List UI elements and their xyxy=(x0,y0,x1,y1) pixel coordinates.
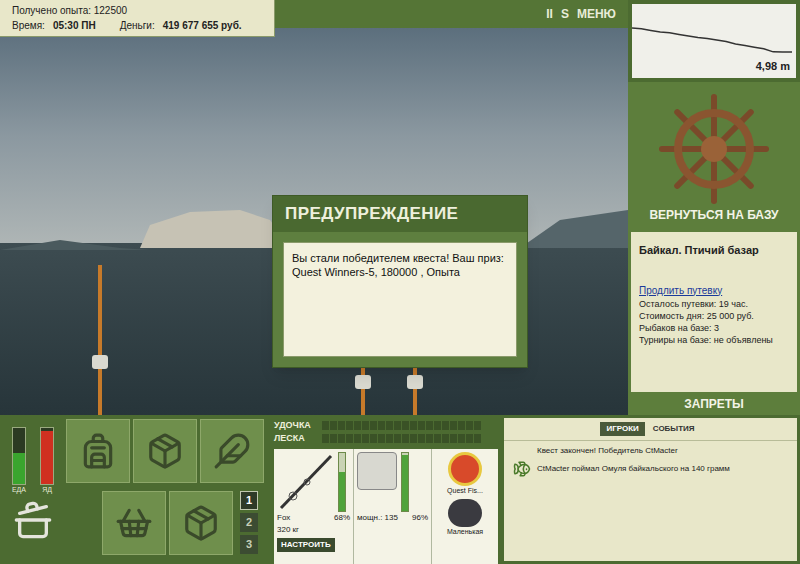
meters: ЕДА ЯД xyxy=(0,415,66,564)
depth-reading: 4,98 m xyxy=(756,58,790,75)
reel-slot[interactable]: мощн.: 135 96% xyxy=(354,449,432,564)
bait-name: Маленькая xyxy=(447,527,483,538)
helm-icon xyxy=(659,94,769,204)
item-icon xyxy=(213,432,251,470)
rod-icon xyxy=(277,452,335,512)
inventory-tile[interactable] xyxy=(169,491,233,555)
chat-tab[interactable]: ИГРОКИ xyxy=(600,422,644,436)
meter-label: ЕДА xyxy=(12,485,26,496)
meter-label: ЯД xyxy=(42,485,52,496)
time-label: Время: xyxy=(12,18,45,33)
lure-name: Quest Fis... xyxy=(447,486,483,497)
top-button[interactable]: II xyxy=(546,5,553,23)
item-icon xyxy=(146,432,184,470)
crab-icon xyxy=(448,499,482,527)
depth-box: 4,98 m xyxy=(632,4,796,78)
item-icon xyxy=(115,504,153,542)
inventory: 1 2 3 xyxy=(66,415,274,564)
gauge: ЛЕСКА xyxy=(274,432,498,445)
base-detail: Рыбаков на базе: 3 xyxy=(639,322,789,334)
rod-weight: 320 кг xyxy=(277,524,350,536)
scene: II S МЕНЮ Получено опыта: 122500Время: 05:30… xyxy=(0,0,628,415)
experience: Получено опыта: 122500 xyxy=(12,3,262,18)
inventory-tile[interactable] xyxy=(102,491,166,555)
base-name: Байкал. Птичий базар xyxy=(639,242,789,259)
dialog-message: Вы стали победителем квеста! Ваш приз: Q… xyxy=(283,242,517,357)
rod-wear-bar xyxy=(338,452,346,512)
slot-button[interactable]: 3 xyxy=(240,535,258,554)
right-panel: 4,98 mВЕРНУТЬСЯ НА БАЗУБайкал. Птичий ба… xyxy=(628,0,800,415)
bans-button[interactable]: ЗАПРЕТЫ xyxy=(628,392,800,415)
base-info: Байкал. Птичий базар Продлить путевкуОста… xyxy=(631,232,797,392)
reel-icon xyxy=(357,452,397,490)
money-label: Деньги: xyxy=(120,18,155,33)
base-detail: Турниры на базе: не объявлены xyxy=(639,334,789,346)
top-button[interactable]: S xyxy=(561,5,569,23)
money: 419 677 655 руб. xyxy=(163,18,242,33)
meter xyxy=(40,427,54,485)
dialog-title: ПРЕДУПРЕЖДЕНИЕ xyxy=(273,196,527,232)
lure-icon xyxy=(448,452,482,486)
fish-icon xyxy=(513,460,531,478)
gauge: УДОЧКА xyxy=(274,419,498,432)
chat-tab[interactable]: СОБЫТИЯ xyxy=(647,422,701,436)
chat-message: CtMacter поймал Омуля байкальского на 14… xyxy=(510,460,791,478)
base-detail: Осталось путевки: 19 час. xyxy=(639,298,789,310)
tackle-panel: УДОЧКАЛЕСКА Fox 68%320 кг НАСТРОИТЬ мощн.: 1… xyxy=(274,415,498,564)
kettle-icon[interactable] xyxy=(13,500,53,540)
extend-link[interactable]: Продлить путевку xyxy=(639,283,789,298)
game-screen: II S МЕНЮ Получено опыта: 122500Время: 05:30… xyxy=(0,0,800,564)
reel-power: мощн.: 135 xyxy=(357,512,398,524)
inventory-tile[interactable] xyxy=(133,419,197,483)
lure-slot[interactable]: Quest Fis... xyxy=(447,452,483,497)
slot-button[interactable]: 2 xyxy=(240,513,258,532)
meter xyxy=(12,427,26,485)
item-icon xyxy=(79,432,117,470)
inventory-tile[interactable] xyxy=(66,419,130,483)
top-button[interactable]: МЕНЮ xyxy=(577,5,616,23)
base-detail: Стоимость дня: 25 000 руб. xyxy=(639,310,789,322)
inventory-tile[interactable] xyxy=(200,419,264,483)
rod-name: Fox xyxy=(277,512,290,524)
time: 05:30 ПН xyxy=(53,18,96,33)
reel-wear-bar xyxy=(401,452,409,512)
bait-slot[interactable]: Маленькая xyxy=(447,499,483,538)
setup-button[interactable]: НАСТРОИТЬ xyxy=(277,538,335,552)
return-to-base[interactable]: ВЕРНУТЬСЯ НА БАЗУ xyxy=(628,82,800,228)
stats-box: Получено опыта: 122500Время: 05:30 ПН День… xyxy=(0,0,275,37)
chat-panel: ИГРОКИСОБЫТИЯ Квест закончен! Победитель … xyxy=(504,418,797,561)
slot-button[interactable]: 1 xyxy=(240,491,258,510)
item-icon xyxy=(182,504,220,542)
warning-dialog: ПРЕДУПРЕЖДЕНИЕ Вы стали победителем квест… xyxy=(272,195,528,368)
rod-slot[interactable]: Fox 68%320 кг НАСТРОИТЬ xyxy=(274,449,354,564)
rod-wear: 68% xyxy=(334,512,350,524)
chat-message: Квест закончен! Победитель CtMacter xyxy=(510,445,791,457)
reel-wear: 96% xyxy=(412,512,428,524)
